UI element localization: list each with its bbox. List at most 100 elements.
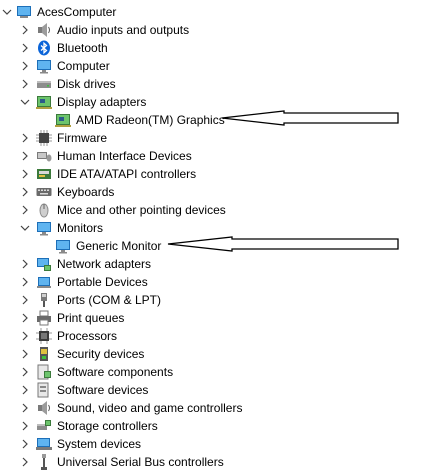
chevron-right-icon[interactable] [20,129,30,147]
tree-node-security-devices-label: Security devices [57,347,145,361]
display-adapter-icon [55,112,71,128]
tree-node-disk-drives-label: Disk drives [57,77,116,91]
monitor-icon [36,220,52,236]
port-icon [36,292,52,308]
chevron-down-icon[interactable] [20,219,30,237]
tree-node-system-devices[interactable]: System devices [0,435,427,453]
mouse-icon [36,202,52,218]
tree-device-amd-radeon-tm-graphics[interactable]: AMD Radeon(TM) Graphics [0,111,427,129]
chevron-right-icon[interactable] [20,147,30,165]
chevron-right-icon[interactable] [20,363,30,381]
printer-icon [36,310,52,326]
display-adapter-icon [36,94,52,110]
tree-node-software-devices-label: Software devices [57,383,149,397]
chevron-right-icon[interactable] [20,39,30,57]
tree-node-bluetooth[interactable]: Bluetooth [0,39,427,57]
chevron-down-icon[interactable] [2,3,12,21]
tree-node-human-interface-devices-label: Human Interface Devices [57,149,192,163]
chevron-right-icon[interactable] [20,381,30,399]
tree-node-display-adapters[interactable]: Display adapters [0,93,427,111]
monitor-icon [36,58,52,74]
chevron-right-icon[interactable] [20,327,30,345]
tree-node-mice-and-other-pointing-devices-label: Mice and other pointing devices [57,203,226,217]
tree-node-ide-ata-atapi-controllers[interactable]: IDE ATA/ATAPI controllers [0,165,427,183]
tree-node-ports-com-lpt[interactable]: Ports (COM & LPT) [0,291,427,309]
chevron-right-icon[interactable] [20,399,30,417]
chevron-right-icon[interactable] [20,417,30,435]
tree-node-universal-serial-bus-controllers[interactable]: Universal Serial Bus controllers [0,453,427,471]
chevron-right-icon[interactable] [20,309,30,327]
tree-node-sound-video-and-game-controllers[interactable]: Sound, video and game controllers [0,399,427,417]
hid-icon [36,148,52,164]
tree-node-security-devices[interactable]: Security devices [0,345,427,363]
tree-root-acescomputer-label: AcesComputer [37,5,117,19]
chevron-right-icon[interactable] [20,165,30,183]
system-device-icon [36,436,52,452]
tree-node-ports-com-lpt-label: Ports (COM & LPT) [57,293,162,307]
tree-node-keyboards-label: Keyboards [57,185,115,199]
tree-node-network-adapters-label: Network adapters [57,257,152,271]
tree-node-display-adapters-label: Display adapters [57,95,147,109]
chevron-right-icon[interactable] [20,453,30,471]
chevron-right-icon[interactable] [20,57,30,75]
tree-device-generic-monitor-label: Generic Monitor [76,239,162,253]
tree-node-storage-controllers[interactable]: Storage controllers [0,417,427,435]
tree-node-mice-and-other-pointing-devices[interactable]: Mice and other pointing devices [0,201,427,219]
tree-node-audio-inputs-and-outputs[interactable]: Audio inputs and outputs [0,21,427,39]
tree-node-human-interface-devices[interactable]: Human Interface Devices [0,147,427,165]
network-adapter-icon [36,256,52,272]
chevron-right-icon[interactable] [20,273,30,291]
tree-node-sound-video-and-game-controllers-label: Sound, video and game controllers [57,401,243,415]
tree-node-storage-controllers-label: Storage controllers [57,419,158,433]
tree-node-print-queues-label: Print queues [57,311,125,325]
tree-device-amd-radeon-tm-graphics-label: AMD Radeon(TM) Graphics [76,113,225,127]
tree-node-software-components-label: Software components [57,365,174,379]
chevron-right-icon[interactable] [20,201,30,219]
keyboard-icon [36,184,52,200]
tree-node-software-devices[interactable]: Software devices [0,381,427,399]
tree-node-processors-label: Processors [57,329,118,343]
bluetooth-icon [36,40,52,56]
speaker-icon [36,400,52,416]
tree-node-monitors[interactable]: Monitors [0,219,427,237]
tree-node-bluetooth-label: Bluetooth [57,41,108,55]
chevron-right-icon[interactable] [20,345,30,363]
chevron-right-icon[interactable] [20,255,30,273]
chevron-right-icon[interactable] [20,21,30,39]
chevron-right-icon[interactable] [20,75,30,93]
tree-node-computer[interactable]: Computer [0,57,427,75]
security-device-icon [36,346,52,362]
storage-controller-icon [36,418,52,434]
processor-icon [36,328,52,344]
software-device-icon [36,382,52,398]
tree-node-portable-devices-label: Portable Devices [57,275,148,289]
device-manager-tree: AcesComputer Audio inputs and outputs Blue… [0,0,427,473]
usb-icon [36,454,52,470]
tree-node-system-devices-label: System devices [57,437,142,451]
tree-node-ide-ata-atapi-controllers-label: IDE ATA/ATAPI controllers [57,167,197,181]
chevron-down-icon[interactable] [20,93,30,111]
software-component-icon [36,364,52,380]
chevron-right-icon[interactable] [20,435,30,453]
tree-node-computer-label: Computer [57,59,110,73]
tree-node-network-adapters[interactable]: Network adapters [0,255,427,273]
ide-controller-icon [36,166,52,182]
chevron-right-icon[interactable] [20,291,30,309]
disk-drive-icon [36,76,52,92]
monitor-icon [55,238,71,254]
tree-node-software-components[interactable]: Software components [0,363,427,381]
tree-node-firmware[interactable]: Firmware [0,129,427,147]
tree-node-portable-devices[interactable]: Portable Devices [0,273,427,291]
tree-root-acescomputer[interactable]: AcesComputer [0,3,427,21]
portable-device-icon [36,274,52,290]
tree-node-print-queues[interactable]: Print queues [0,309,427,327]
chevron-right-icon[interactable] [20,183,30,201]
chip-icon [36,130,52,146]
tree-device-generic-monitor[interactable]: Generic Monitor [0,237,427,255]
tree-node-audio-inputs-and-outputs-label: Audio inputs and outputs [57,23,190,37]
tree-node-keyboards[interactable]: Keyboards [0,183,427,201]
tree-node-processors[interactable]: Processors [0,327,427,345]
speaker-icon [36,22,52,38]
computer-root-icon [16,4,32,20]
tree-node-disk-drives[interactable]: Disk drives [0,75,427,93]
